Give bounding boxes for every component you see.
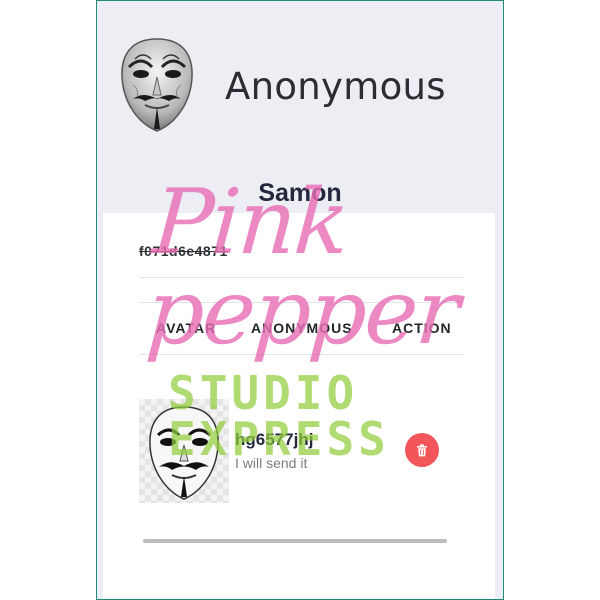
message-text: I will send it bbox=[235, 455, 308, 471]
message-sender: hg6577jhj bbox=[235, 430, 314, 449]
divider bbox=[139, 277, 463, 278]
trash-icon bbox=[417, 444, 427, 456]
column-header-action: ACTION bbox=[392, 320, 452, 336]
horizontal-scrollbar[interactable] bbox=[143, 539, 447, 543]
profile-header: Anonymous bbox=[97, 1, 503, 176]
table-row: hg6577jhj I will send it bbox=[139, 399, 463, 505]
column-header-avatar: AVATAR bbox=[156, 320, 217, 336]
divider bbox=[139, 354, 463, 355]
guy-fawkes-mask-icon bbox=[149, 406, 219, 500]
anonymous-messages-card: f071d6e4871 AVATAR ANONYMOUS ACTION hg65… bbox=[103, 213, 495, 599]
profile-name: Anonymous bbox=[225, 65, 446, 108]
delete-button[interactable] bbox=[405, 433, 439, 467]
app-frame: Anonymous Samon f071d6e4871 AVATAR ANONY… bbox=[96, 0, 504, 600]
divider bbox=[139, 302, 463, 303]
guy-fawkes-mask-icon bbox=[121, 38, 193, 132]
username-heading: Samon bbox=[258, 179, 342, 207]
column-header-anonymous: ANONYMOUS bbox=[251, 320, 353, 336]
avatar bbox=[139, 399, 229, 503]
user-token: f071d6e4871 bbox=[139, 243, 228, 259]
